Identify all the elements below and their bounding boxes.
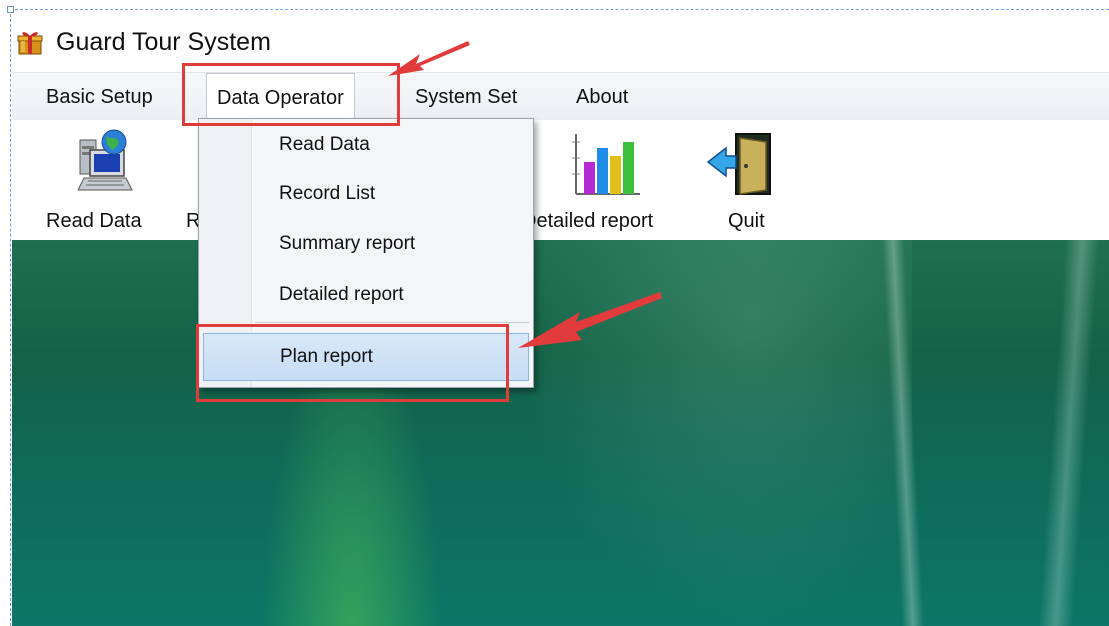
toolbar-quit-label: Quit — [728, 210, 765, 232]
menu-about[interactable]: About — [566, 73, 638, 121]
exit-door-icon — [706, 133, 771, 195]
background-streak — [1038, 240, 1100, 626]
menu-basic-setup[interactable]: Basic Setup — [36, 73, 163, 121]
annotation-highlight-data-operator — [182, 63, 400, 126]
toolbar-quit-button[interactable]: Quit — [702, 120, 792, 240]
toolbar-detailed-report-label: Detailed report — [522, 210, 654, 232]
dropdown-item-record-list[interactable]: Record List — [203, 172, 529, 216]
dropdown-item-detailed-report[interactable]: Detailed report — [203, 273, 529, 317]
computer-globe-icon — [77, 129, 133, 191]
dropdown-item-read-data[interactable]: Read Data — [203, 123, 529, 167]
dropdown-item-summary-report[interactable]: Summary report — [203, 222, 529, 266]
toolbar-detailed-report-button[interactable]: Detailed report — [522, 120, 686, 240]
title-bar: Guard Tour System — [12, 16, 1109, 68]
annotation-highlight-plan-report — [196, 324, 509, 402]
selection-border-top — [10, 9, 1109, 10]
bar-chart-icon — [572, 134, 640, 195]
menu-bar: Basic Setup Data Operator System Set Abo… — [12, 72, 1109, 121]
toolbar-read-data-label: Read Data — [46, 210, 142, 232]
toolbar-read-data-button[interactable]: Read Data — [40, 120, 162, 240]
window-title: Guard Tour System — [56, 27, 271, 56]
app-window: Guard Tour System Basic Setup Data Opera… — [0, 0, 1109, 626]
selection-handle — [7, 6, 14, 13]
selection-border-left — [10, 9, 11, 626]
annotation-arrow-icon — [388, 41, 470, 76]
dropdown-separator — [255, 322, 529, 323]
toolbar: Read Data R Detailed report Quit — [12, 120, 1109, 240]
app-gift-icon — [17, 32, 43, 55]
annotation-arrow-icon — [518, 292, 662, 348]
